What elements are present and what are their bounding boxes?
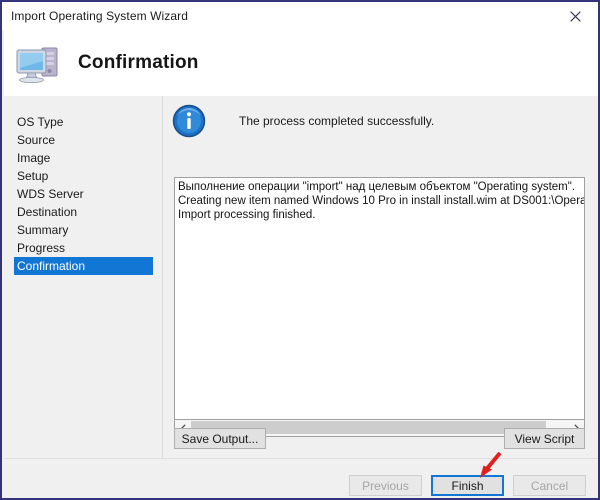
wizard-window: Import Operating System Wizard Confirmat… bbox=[0, 0, 600, 500]
body-area: OS Type Source Image Setup WDS Server De… bbox=[4, 96, 598, 458]
footer-button-group: Previous Finish Cancel bbox=[349, 475, 586, 496]
title-bar: Import Operating System Wizard bbox=[2, 2, 598, 30]
footer-bar: Previous Finish Cancel bbox=[4, 458, 598, 498]
status-row: The process completed successfully. bbox=[172, 104, 434, 138]
status-message: The process completed successfully. bbox=[239, 114, 435, 128]
page-title: Confirmation bbox=[78, 52, 199, 73]
log-line: Creating new item named Windows 10 Pro i… bbox=[178, 195, 585, 207]
computer-icon bbox=[12, 39, 64, 87]
sidebar-item-setup[interactable]: Setup bbox=[4, 167, 162, 185]
close-icon[interactable] bbox=[553, 3, 598, 30]
log-line: Выполнение операции "import" над целевым… bbox=[178, 181, 576, 193]
output-log-box[interactable]: Выполнение операции "import" над целевым… bbox=[174, 177, 585, 420]
sidebar-item-summary[interactable]: Summary bbox=[4, 221, 162, 239]
cancel-button[interactable]: Cancel bbox=[513, 475, 586, 496]
steps-list: OS Type Source Image Setup WDS Server De… bbox=[4, 113, 162, 275]
sidebar-item-progress[interactable]: Progress bbox=[4, 239, 162, 257]
save-output-button[interactable]: Save Output... bbox=[174, 428, 266, 449]
sidebar-item-wds-server[interactable]: WDS Server bbox=[4, 185, 162, 203]
wizard-steps-sidebar: OS Type Source Image Setup WDS Server De… bbox=[4, 96, 162, 458]
sidebar-item-image[interactable]: Image bbox=[4, 149, 162, 167]
info-icon bbox=[172, 104, 206, 138]
output-log-lines: Выполнение операции "import" над целевым… bbox=[178, 180, 585, 222]
wizard-header: Confirmation bbox=[4, 30, 598, 96]
sidebar-item-source[interactable]: Source bbox=[4, 131, 162, 149]
window-title: Import Operating System Wizard bbox=[11, 9, 189, 23]
content-pane: The process completed successfully. Выпо… bbox=[163, 96, 598, 458]
sidebar-item-confirmation[interactable]: Confirmation bbox=[14, 257, 153, 275]
view-script-button[interactable]: View Script bbox=[504, 428, 585, 449]
sidebar-item-destination[interactable]: Destination bbox=[4, 203, 162, 221]
log-line: Import processing finished. bbox=[178, 209, 316, 221]
sidebar-item-os-type[interactable]: OS Type bbox=[4, 113, 162, 131]
previous-button[interactable]: Previous bbox=[349, 475, 422, 496]
finish-button[interactable]: Finish bbox=[431, 475, 504, 496]
